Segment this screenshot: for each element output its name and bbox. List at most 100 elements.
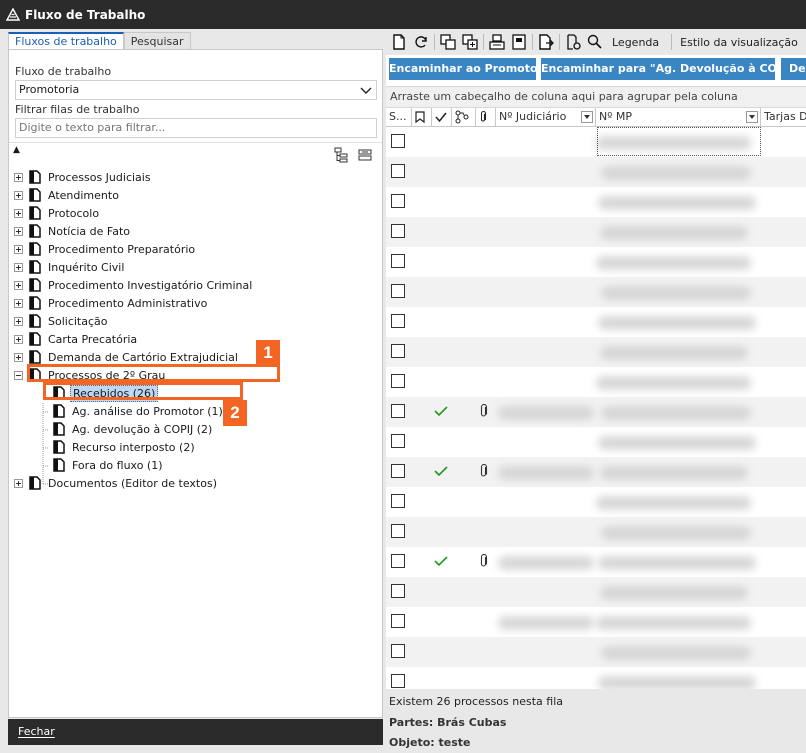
row-select-checkbox[interactable] (391, 134, 405, 148)
expand-icon[interactable] (14, 190, 23, 200)
row-select-checkbox[interactable] (391, 404, 405, 418)
tree-node[interactable]: Solicitação (14, 312, 110, 330)
row-select-checkbox[interactable] (391, 164, 405, 178)
expand-icon[interactable] (14, 334, 23, 344)
table-row[interactable] (386, 577, 806, 607)
expand-icon[interactable] (14, 298, 23, 308)
row-select-checkbox[interactable] (391, 284, 405, 298)
column-filter-dropdown[interactable] (581, 111, 593, 123)
forward-ag-devolucao-button[interactable]: Encaminhar para "Ag. Devolução à COPIJ" (541, 58, 775, 80)
tab-pesquisar[interactable]: Pesquisar (123, 32, 191, 50)
table-row[interactable] (386, 247, 806, 277)
table-row[interactable] (386, 607, 806, 637)
table-row[interactable] (386, 427, 806, 457)
table-row[interactable] (386, 487, 806, 517)
expand-icon[interactable] (14, 172, 23, 182)
column-header-check[interactable] (432, 108, 452, 127)
row-select-checkbox[interactable] (391, 494, 405, 508)
table-row[interactable] (386, 127, 806, 157)
row-select-checkbox[interactable] (391, 224, 405, 238)
tree-node[interactable]: Processos Judiciais (14, 168, 153, 186)
row-select-checkbox[interactable] (391, 674, 405, 688)
row-select-checkbox[interactable] (391, 524, 405, 538)
expand-icon[interactable] (14, 316, 23, 326)
table-row[interactable] (386, 517, 806, 547)
table-row[interactable] (386, 217, 806, 247)
paperclip-icon[interactable] (479, 554, 489, 568)
table-row[interactable] (386, 307, 806, 337)
tree-collapse-icon[interactable] (357, 147, 373, 163)
row-select-checkbox[interactable] (391, 434, 405, 448)
tree-expand-icon[interactable] (334, 147, 350, 163)
column-header-n-mp[interactable]: Nº MP (596, 108, 761, 127)
view-style-button[interactable]: Estilo da visualização (680, 36, 798, 49)
tree-node[interactable]: Fora do fluxo (1) (53, 456, 165, 474)
column-header-n-judiciario[interactable]: Nº Judiciário (496, 108, 596, 127)
collapse-icon[interactable] (14, 370, 23, 380)
copy-icon[interactable] (439, 33, 457, 51)
expand-icon[interactable] (14, 280, 23, 290)
row-select-checkbox[interactable] (391, 344, 405, 358)
column-header-status[interactable]: S... (386, 108, 412, 127)
column-header-bookmark[interactable] (412, 108, 432, 127)
row-select-checkbox[interactable] (391, 554, 405, 568)
paperclip-icon[interactable] (479, 404, 489, 418)
table-row[interactable] (386, 367, 806, 397)
tree-node[interactable]: Atendimento (14, 186, 121, 204)
forward-document-icon[interactable] (537, 33, 555, 51)
duplicate-icon[interactable] (461, 33, 479, 51)
row-select-checkbox[interactable] (391, 374, 405, 388)
expand-icon[interactable] (14, 226, 23, 236)
table-row[interactable] (386, 397, 806, 427)
row-select-checkbox[interactable] (391, 194, 405, 208)
search-document-icon[interactable] (586, 33, 604, 51)
tree-node[interactable]: Inquérito Civil (14, 258, 126, 276)
tree-node[interactable]: Procedimento Investigatório Criminal (14, 276, 254, 294)
expand-icon[interactable] (14, 208, 23, 218)
expand-icon[interactable] (14, 262, 23, 272)
tab-fluxos-de-trabalho[interactable]: Fluxos de trabalho (8, 32, 124, 50)
group-by-bar[interactable]: Arraste um cabeçalho de coluna aqui para… (386, 86, 806, 108)
expand-icon[interactable] (14, 478, 23, 488)
row-select-checkbox[interactable] (391, 464, 405, 478)
collapse-up-icon[interactable]: ▲ (13, 145, 20, 155)
tree-node[interactable]: Carta Precatória (14, 330, 139, 348)
tree-node[interactable]: Ag. devolução à COPIJ (2) (53, 420, 214, 438)
row-select-checkbox[interactable] (391, 314, 405, 328)
table-row[interactable] (386, 337, 806, 367)
tree-node[interactable]: Recurso interposto (2) (53, 438, 197, 456)
table-row[interactable] (386, 187, 806, 217)
close-button[interactable]: Fechar (8, 719, 383, 745)
tree-node[interactable]: Procedimento Preparatório (14, 240, 197, 258)
table-row[interactable] (386, 277, 806, 307)
tree-node[interactable]: Procedimento Administrativo (14, 294, 209, 312)
column-header-attachment[interactable] (476, 108, 496, 127)
stamp-icon[interactable] (488, 33, 506, 51)
forward-to-promotor-button[interactable]: Encaminhar ao Promotor (389, 58, 536, 80)
table-row[interactable] (386, 547, 806, 577)
devolver-button[interactable]: Dev (781, 58, 806, 80)
table-row[interactable] (386, 457, 806, 487)
row-select-checkbox[interactable] (391, 584, 405, 598)
paperclip-icon[interactable] (479, 464, 489, 478)
filter-field[interactable] (15, 118, 377, 138)
workflow-select[interactable]: Promotoria (15, 80, 377, 100)
filter-input[interactable] (19, 121, 359, 134)
tree-node[interactable]: Protocolo (14, 204, 101, 222)
tree-node[interactable]: Documentos (Editor de textos) (14, 474, 219, 492)
document-settings-icon[interactable] (564, 33, 582, 51)
legend-button[interactable]: Legenda (612, 36, 659, 49)
column-filter-dropdown[interactable] (746, 111, 758, 123)
expand-icon[interactable] (14, 244, 23, 254)
new-document-icon[interactable] (390, 33, 408, 51)
table-row[interactable] (386, 637, 806, 667)
expand-icon[interactable] (14, 352, 23, 362)
row-select-checkbox[interactable] (391, 644, 405, 658)
refresh-icon[interactable] (412, 33, 430, 51)
tree-node[interactable]: Notícia de Fato (14, 222, 132, 240)
column-header-tarjas[interactable]: Tarjas D (761, 108, 806, 127)
tree-node[interactable]: Ag. análise do Promotor (1) (53, 402, 225, 420)
row-select-checkbox[interactable] (391, 254, 405, 268)
table-row[interactable] (386, 667, 806, 691)
archive-icon[interactable] (510, 33, 528, 51)
